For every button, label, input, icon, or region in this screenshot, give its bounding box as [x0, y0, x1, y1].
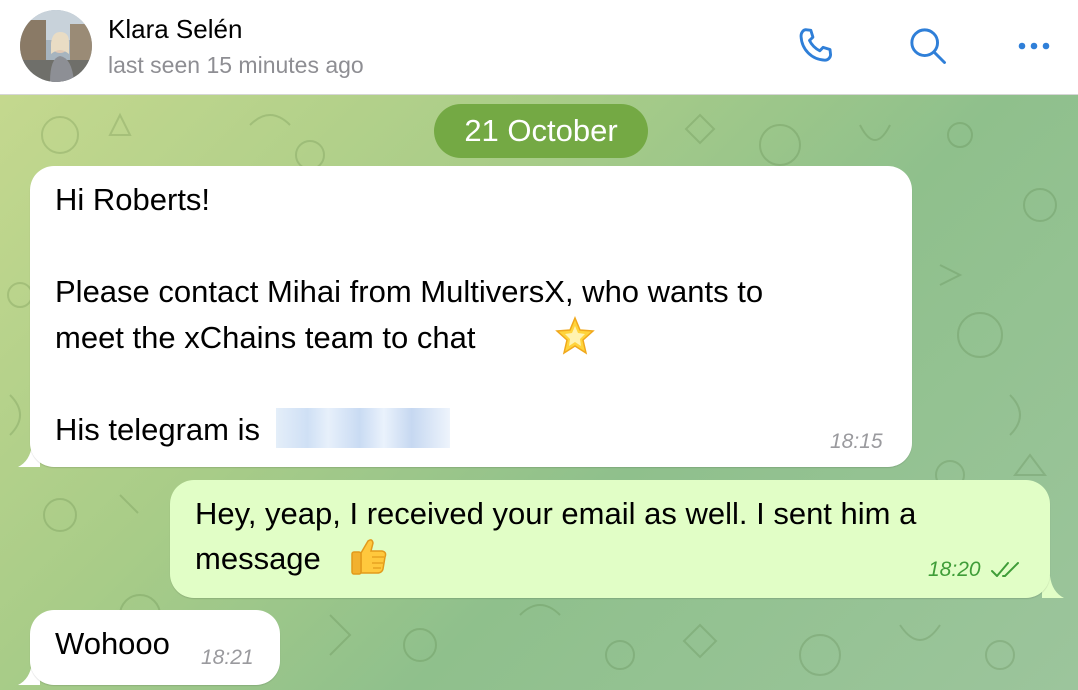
message-text: His telegram is: [55, 412, 260, 447]
avatar[interactable]: [20, 10, 92, 82]
more-icon: [1018, 42, 1050, 50]
contact-name[interactable]: Klara Selén: [108, 14, 242, 45]
search-icon: [910, 28, 946, 64]
message-text: Hi Roberts!: [55, 182, 211, 217]
search-button[interactable]: [900, 18, 956, 74]
message-bubble-incoming[interactable]: Hi Roberts! Please contact Mihai from Mu…: [30, 166, 912, 467]
message-text: Wohooo: [55, 626, 170, 661]
message-text: meet the xChains team to chat: [55, 320, 476, 355]
date-separator: 21 October: [434, 104, 648, 158]
message-text: Hey, yeap, I received your email as well…: [195, 496, 917, 531]
phone-icon: [799, 28, 833, 62]
read-checkmarks-icon: [991, 562, 1019, 577]
message-time: 18:15: [830, 430, 883, 453]
redacted-username: [276, 408, 450, 448]
message-time: 18:20: [928, 558, 981, 581]
chat-header: Klara Selén last seen 15 minutes ago: [0, 0, 1078, 95]
call-button[interactable]: [788, 18, 844, 74]
more-button[interactable]: [1006, 18, 1062, 74]
star-emoji: [555, 316, 595, 355]
chat-area[interactable]: 21 October Hi Roberts! Please contact Mi…: [0, 95, 1078, 690]
message-text: Please contact Mihai from MultiversX, wh…: [55, 274, 764, 309]
message-bubble-incoming[interactable]: Wohooo 18:21: [30, 610, 280, 685]
message-time: 18:21: [201, 646, 254, 669]
message-text: message: [195, 541, 321, 576]
thumbs-up-emoji: [351, 539, 387, 575]
message-bubble-outgoing[interactable]: Hey, yeap, I received your email as well…: [170, 480, 1050, 598]
last-seen-status: last seen 15 minutes ago: [108, 52, 364, 78]
